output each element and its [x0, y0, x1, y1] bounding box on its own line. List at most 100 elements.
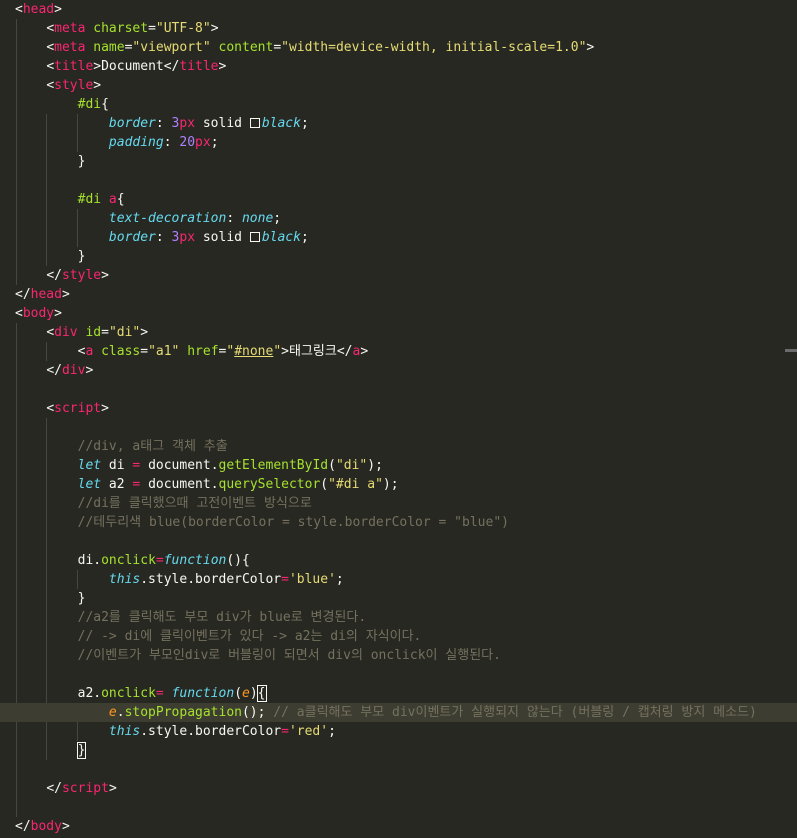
code-line[interactable]: let di = document.getElementById("di");	[0, 456, 797, 475]
code-token: div	[54, 325, 78, 340]
code-line[interactable]: <meta charset="UTF-8">	[0, 19, 797, 38]
code-line[interactable]: a2.onclick= function(e){	[0, 684, 797, 703]
code-line[interactable]	[0, 665, 797, 684]
code-line[interactable]: <head>	[0, 0, 797, 19]
scrollbar[interactable]	[785, 0, 797, 838]
code-line[interactable]: <style>	[0, 76, 797, 95]
code-token: black	[261, 230, 301, 245]
code-line[interactable]: </div>	[0, 361, 797, 380]
code-token: body	[30, 819, 62, 834]
code-line[interactable]: </script>	[0, 779, 797, 798]
code-line[interactable]: </body>	[0, 817, 797, 836]
code-line[interactable]: <title>Document</title>	[0, 57, 797, 76]
code-line[interactable]: //a2를 클릭해도 부모 div가 blue로 변경된다.	[0, 608, 797, 627]
code-line[interactable]: </style>	[0, 266, 797, 285]
code-line[interactable]: #di{	[0, 95, 797, 114]
code-token: >	[360, 344, 369, 359]
code-token: (){	[226, 553, 250, 568]
code-line[interactable]: //di를 클릭했으때 고전이벤트 방식으로	[0, 494, 797, 513]
code-token: #di	[77, 192, 102, 207]
code-line[interactable]	[0, 380, 797, 399]
code-token: }	[76, 742, 87, 759]
code-token: :	[155, 116, 172, 131]
code-line[interactable]: <a class="a1" href="#none">태그링크</a>	[0, 342, 797, 361]
code-line[interactable]: <script>	[0, 399, 797, 418]
code-token: <	[46, 325, 55, 340]
code-token: this	[108, 724, 141, 739]
code-line[interactable]: }	[0, 741, 797, 760]
code-token: #none	[234, 344, 274, 359]
code-line[interactable]: padding: 20px;	[0, 133, 797, 152]
code-token: {	[116, 192, 125, 207]
code-token: title	[54, 59, 94, 74]
code-line[interactable]	[0, 532, 797, 551]
code-line[interactable]: di.onclick=function(){	[0, 551, 797, 570]
code-token: (	[320, 477, 329, 492]
code-token: "width=device-width, initial-scale=1.0"	[281, 40, 587, 55]
code-token: <	[46, 78, 55, 93]
code-token: <	[46, 40, 55, 55]
code-line[interactable]: border: 3px solid black;	[0, 228, 797, 247]
scrollbar-thumb-mark[interactable]	[785, 349, 797, 352]
code-token: "	[273, 344, 282, 359]
code-line[interactable]: }	[0, 247, 797, 266]
code-line[interactable]: //테두리색 blue(borderColor = style.borderCo…	[0, 513, 797, 532]
code-token: div	[61, 363, 86, 378]
code-line[interactable]: // -> di에 클릭이벤트가 있다 -> a2는 di의 자식이다.	[0, 627, 797, 646]
code-line[interactable]: //div, a태그 객체 추출	[0, 437, 797, 456]
code-token: "	[226, 344, 235, 359]
code-token: border	[108, 230, 156, 245]
code-token: =	[101, 325, 109, 340]
code-line[interactable]: }	[0, 152, 797, 171]
code-line[interactable]	[0, 760, 797, 779]
code-token: >	[140, 325, 149, 340]
code-token: "#di a"	[328, 477, 383, 492]
code-token: }	[77, 154, 86, 169]
code-token: <	[46, 21, 55, 36]
code-line[interactable]: this.style.borderColor='red';	[0, 722, 797, 741]
code-line[interactable]	[0, 418, 797, 437]
code-token: "di"	[108, 325, 141, 340]
code-token: function	[163, 553, 227, 568]
code-token: title	[179, 59, 219, 74]
code-line[interactable]	[0, 798, 797, 817]
code-token: 20	[179, 135, 196, 150]
code-token: head	[30, 287, 62, 302]
code-token: script	[54, 401, 102, 416]
code-token: document.	[140, 477, 219, 492]
code-line[interactable]: //이벤트가 부모인div로 버블링이 되면서 div의 onclick이 실행…	[0, 646, 797, 665]
code-line[interactable]: <meta name="viewport" content="width=dev…	[0, 38, 797, 57]
code-line[interactable]: border: 3px solid black;	[0, 114, 797, 133]
code-line[interactable]: this.style.borderColor='blue';	[0, 570, 797, 589]
code-line[interactable]: e.stopPropagation(); // a클릭해도 부모 div이벤트가…	[0, 703, 797, 722]
code-line[interactable]: #di a{	[0, 190, 797, 209]
code-token: >	[61, 819, 70, 834]
code-token: //div, a태그 객체 추출	[77, 439, 228, 454]
code-token: script	[61, 781, 109, 796]
code-token: </	[46, 363, 62, 378]
code-token: .style.borderColor	[140, 724, 282, 739]
code-line[interactable]: <div id="di">	[0, 323, 797, 342]
code-token: //테두리색 blue(borderColor = style.borderCo…	[77, 515, 509, 530]
code-line[interactable]: <body>	[0, 304, 797, 323]
code-token: black	[261, 116, 301, 131]
code-token: (	[234, 686, 243, 701]
code-line[interactable]: text-decoration: none;	[0, 209, 797, 228]
code-line[interactable]: let a2 = document.querySelector("#di a")…	[0, 475, 797, 494]
code-editor[interactable]: <head> <meta charset="UTF-8"> <meta name…	[0, 0, 797, 838]
code-line[interactable]	[0, 171, 797, 190]
code-token: meta	[54, 21, 86, 36]
code-line[interactable]: </head>	[0, 285, 797, 304]
code-token: ;	[328, 724, 336, 739]
code-line[interactable]: }	[0, 589, 797, 608]
code-token: // -> di에 클릭이벤트가 있다 -> a2는 di의 자식이다.	[77, 629, 422, 644]
code-token: href	[179, 344, 219, 359]
